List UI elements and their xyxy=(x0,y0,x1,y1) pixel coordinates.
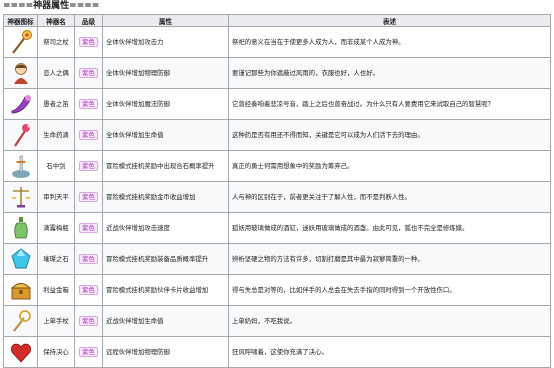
row-icon-cell xyxy=(3,57,38,89)
row-name[interactable]: 生命药滴 xyxy=(37,119,75,151)
row-icon-cell xyxy=(3,119,38,151)
table-row: 审判天平 紫色 冒险模式挂机奖励金币收益增加 人与神的区别在于，前者更关注于了解… xyxy=(3,181,551,213)
row-lore: 这种药是否有用还不得而知，关键是它可以成为人们活下去的理由。 xyxy=(228,119,551,151)
table-row: 恋人之偶 紫色 全体伙伴增加物理防御 要谨记那些为你遮蔽过风雨的，衣服也好，人也… xyxy=(3,57,551,89)
grade-badge: 紫色 xyxy=(79,130,98,140)
row-grade-cell: 紫色 xyxy=(74,26,103,58)
table-header-row: 神器图标 神器名 品级 属性 表述 xyxy=(3,14,551,27)
row-grade-cell: 紫色 xyxy=(74,181,103,213)
grade-badge: 紫色 xyxy=(79,285,98,295)
row-attr: 近战伙伴增加攻击速度 xyxy=(102,212,229,244)
row-grade-cell: 紫色 xyxy=(74,243,103,275)
row-icon-cell xyxy=(3,336,38,368)
col-header-grade: 品级 xyxy=(74,14,103,27)
grade-badge: 紫色 xyxy=(79,68,98,78)
gem-icon[interactable] xyxy=(9,246,33,272)
table-row: 璀璨之石 紫色 冒险模式挂机奖励装备品质概率提升 辨析坚硬之物的方法有许多，切割… xyxy=(3,243,551,275)
row-attr: 冒险模式挂机奖励金币收益增加 xyxy=(102,181,229,213)
col-header-name: 神器名 xyxy=(37,14,75,27)
row-attr: 冒险模式挂机奖励装备品质概率提升 xyxy=(102,243,229,275)
bone-staff-icon[interactable] xyxy=(9,122,33,148)
table-row: 生命药滴 紫色 全体伙伴增加生命值 这种药是否有用还不得而知，关键是它可以成为人… xyxy=(3,119,551,151)
row-grade-cell: 紫色 xyxy=(74,119,103,151)
row-grade-cell: 紫色 xyxy=(74,57,103,89)
heart-icon[interactable] xyxy=(9,339,33,365)
row-name[interactable]: 滴露梅瓶 xyxy=(37,212,75,244)
table-row: 愚者之笛 紫色 全体伙伴增加魔法防御 它曾经奏响着悲凉号音，踏上之后也曾奋战过。… xyxy=(3,88,551,120)
grade-badge: 紫色 xyxy=(79,347,98,357)
row-grade-cell: 紫色 xyxy=(74,88,103,120)
row-lore: 得与失总是对等的，比如伴手的人总会在失去手指的同时得到一个开放性伤口。 xyxy=(228,274,551,306)
row-attr: 远程伙伴增加物理防御 xyxy=(102,336,229,368)
row-lore: 人与神的区别在于，前者更关注于了解人性，而不是判断人性。 xyxy=(228,181,551,213)
row-lore: 真正的勇士何需用想象中的奖励为筹弃己。 xyxy=(228,150,551,182)
row-name[interactable]: 上单手杖 xyxy=(37,305,75,337)
row-lore: 要谨记那些为你遮蔽过风雨的，衣服也好，人也好。 xyxy=(228,57,551,89)
grade-badge: 紫色 xyxy=(79,192,98,202)
wand-icon[interactable] xyxy=(9,308,33,334)
row-attr: 近战伙伴增加生命值 xyxy=(102,305,229,337)
row-lore: 辨析坚硬之物的方法有许多，切割打磨是其中最为寂寥简重的一种。 xyxy=(228,243,551,275)
sword-in-stone-icon[interactable] xyxy=(9,153,33,179)
row-name[interactable]: 璀璨之石 xyxy=(37,243,75,275)
row-name[interactable]: 石中剑 xyxy=(37,150,75,182)
grade-badge: 紫色 xyxy=(79,254,98,264)
row-lore: 狐妖用玻璃做成的酒缸，迷妖用玻璃做成的酒盏。由此可见，狐也不完全是修炼媒。 xyxy=(228,212,551,244)
row-icon-cell xyxy=(3,274,38,306)
row-name[interactable]: 愚者之笛 xyxy=(37,88,75,120)
grade-badge: 紫色 xyxy=(79,316,98,326)
row-lore: 狂风呼啸着，这使你充满了决心。 xyxy=(228,336,551,368)
col-header-attr: 属性 xyxy=(102,14,229,27)
row-attr: 全体伙伴增加物理防御 xyxy=(102,57,229,89)
bottle-icon[interactable] xyxy=(9,215,33,241)
row-name[interactable]: 审判天平 xyxy=(37,181,75,213)
row-grade-cell: 紫色 xyxy=(74,212,103,244)
row-grade-cell: 紫色 xyxy=(74,274,103,306)
row-lore: 上单奶妈，不吃我说。 xyxy=(228,305,551,337)
row-icon-cell xyxy=(3,181,38,213)
row-icon-cell xyxy=(3,243,38,275)
table-row: 滴露梅瓶 紫色 近战伙伴增加攻击速度 狐妖用玻璃做成的酒缸，迷妖用玻璃做成的酒盏… xyxy=(3,212,551,244)
grade-badge: 紫色 xyxy=(79,223,98,233)
row-attr: 冒险模式挂机奖励中出现合石概率提升 xyxy=(102,150,229,182)
row-icon-cell xyxy=(3,150,38,182)
table-row: 祭司之杖 紫色 全体伙伴增加攻击力 祭祀的意义在当在于使更多人成为人，而非成某个… xyxy=(3,26,551,58)
table-row: 利益金箱 紫色 冒险模式挂机奖励伙伴卡片收益增加 得与失总是对等的，比如伴手的人… xyxy=(3,274,551,306)
row-lore: 祭祀的意义在当在于使更多人成为人，而非成某个人成为神。 xyxy=(228,26,551,58)
artifact-table: 神器图标 神器名 品级 属性 表述 祭司之杖 紫色 全体伙伴增加攻击力 祭祀的意… xyxy=(3,14,551,368)
row-grade-cell: 紫色 xyxy=(74,150,103,182)
col-header-icon: 神器图标 xyxy=(3,14,38,27)
row-attr: 全体伙伴增加攻击力 xyxy=(102,26,229,58)
row-grade-cell: 紫色 xyxy=(74,336,103,368)
table-row: 上单手杖 紫色 近战伙伴增加生命值 上单奶妈，不吃我说。 xyxy=(3,305,551,337)
table-row: 石中剑 紫色 冒险模式挂机奖励中出现合石概率提升 真正的勇士何需用想象中的奖励为… xyxy=(3,150,551,182)
row-name[interactable]: 利益金箱 xyxy=(37,274,75,306)
row-icon-cell xyxy=(3,305,38,337)
chest-icon[interactable] xyxy=(9,277,33,303)
staff-icon[interactable] xyxy=(9,29,33,55)
page: ====神器属性==== 神器图标 神器名 品级 属性 表述 祭司之杖 紫色 全… xyxy=(0,0,554,368)
row-name[interactable]: 恋人之偶 xyxy=(37,57,75,89)
row-attr: 冒险模式挂机奖励伙伴卡片收益增加 xyxy=(102,274,229,306)
col-header-lore: 表述 xyxy=(228,14,551,27)
grade-badge: 紫色 xyxy=(79,37,98,47)
grade-badge: 紫色 xyxy=(79,99,98,109)
section-heading: ====神器属性==== xyxy=(3,1,100,11)
row-icon-cell xyxy=(3,88,38,120)
row-name[interactable]: 保持决心 xyxy=(37,336,75,368)
doll-icon[interactable] xyxy=(9,60,33,86)
grade-badge: 紫色 xyxy=(79,161,98,171)
horn-icon[interactable] xyxy=(9,91,33,117)
row-lore: 它曾经奏响着悲凉号音，踏上之后也曾奋战过。为什么只有人要费用它来试取自己的智慧呢… xyxy=(228,88,551,120)
row-name[interactable]: 祭司之杖 xyxy=(37,26,75,58)
row-attr: 全体伙伴增加生命值 xyxy=(102,119,229,151)
scales-icon[interactable] xyxy=(9,184,33,210)
row-grade-cell: 紫色 xyxy=(74,305,103,337)
row-icon-cell xyxy=(3,212,38,244)
table-row: 保持决心 紫色 远程伙伴增加物理防御 狂风呼啸着，这使你充满了决心。 xyxy=(3,336,551,368)
row-attr: 全体伙伴增加魔法防御 xyxy=(102,88,229,120)
row-icon-cell xyxy=(3,26,38,58)
